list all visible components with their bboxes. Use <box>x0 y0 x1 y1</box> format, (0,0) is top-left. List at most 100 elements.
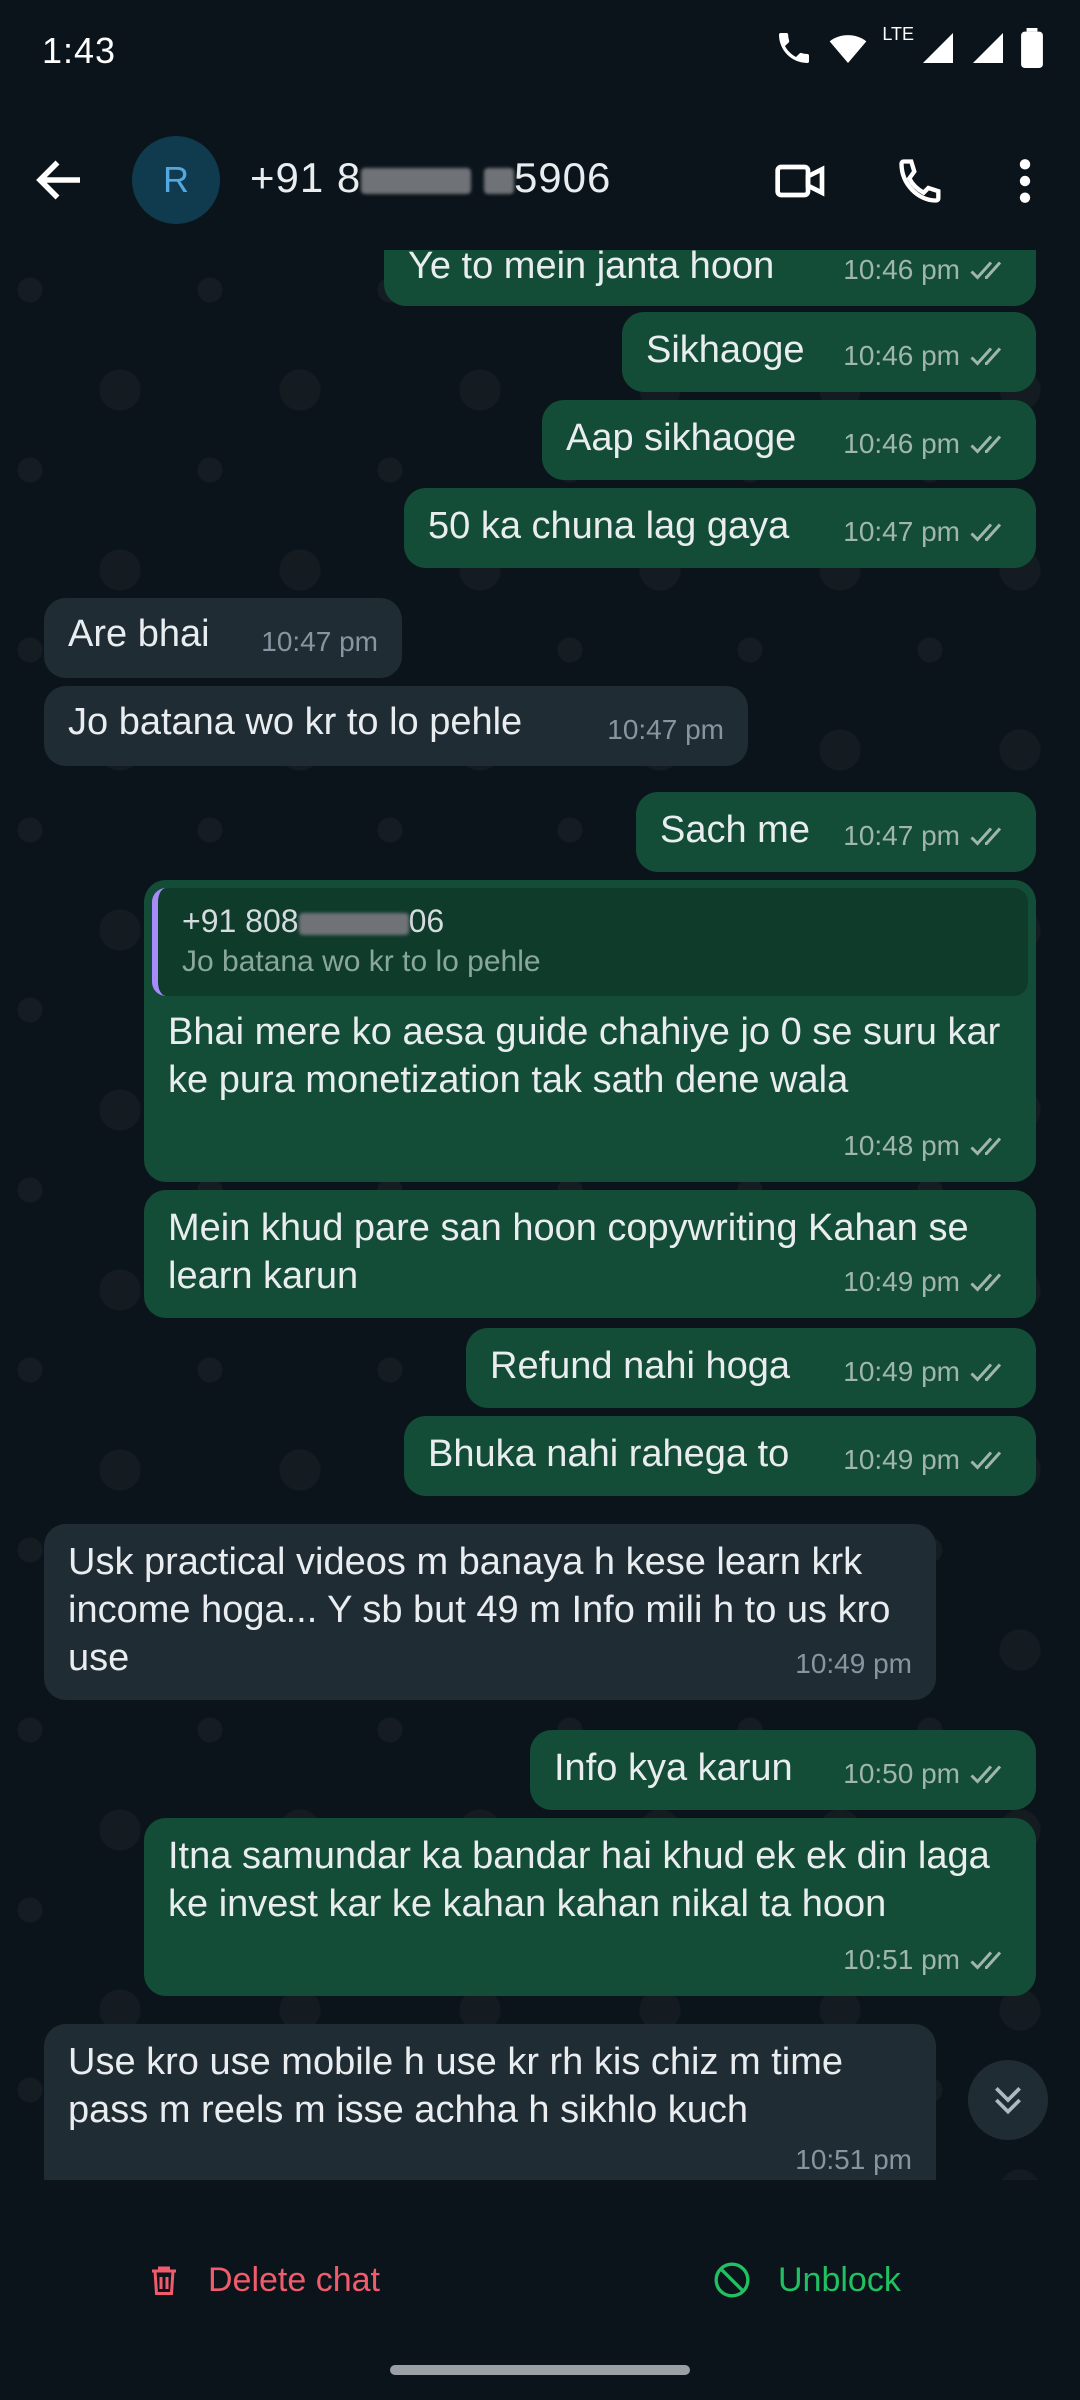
double-tick-icon <box>970 347 1002 366</box>
redacted-block <box>483 167 514 194</box>
battery-icon <box>1021 28 1043 68</box>
message-meta: 10:50 pm <box>843 1750 1012 1798</box>
quoted-text: Jo batana wo kr to lo pehle <box>182 945 541 978</box>
more-vert-icon <box>1019 159 1031 203</box>
double-tick-icon <box>970 1363 1002 1382</box>
redacted-block <box>298 912 409 935</box>
status-time: 1:43 <box>42 30 117 71</box>
message-time: 10:49 pm <box>843 1444 960 1475</box>
message-time: 10:46 pm <box>843 254 960 285</box>
message-meta: 10:46 pm <box>843 250 1012 294</box>
double-tick-icon <box>970 261 1002 280</box>
message-text: Bhai mere ko aesa guide chahiye jo 0 se … <box>168 1011 1001 1101</box>
message-meta: 10:51 pm <box>795 2136 912 2180</box>
message-bubble[interactable]: Jo batana wo kr to lo pehle 10:47 pm <box>44 686 748 766</box>
message-time: 10:47 pm <box>261 626 378 657</box>
message-bubble[interactable]: Usk practical videos m banaya h kese lea… <box>44 1524 936 1700</box>
unblock-label: Unblock <box>778 2260 901 2299</box>
message-bubble-with-reply[interactable]: +91 808 06 Jo batana wo kr to lo pehle Bh… <box>144 880 1036 1182</box>
message-text: Itna samundar ka bandar hai khud ek ek d… <box>168 1835 990 1925</box>
message-meta: 10:49 pm <box>843 1348 1012 1396</box>
message-time: 10:47 pm <box>607 714 724 745</box>
scroll-to-bottom-button[interactable] <box>968 2060 1048 2140</box>
double-tick-icon <box>970 827 1002 846</box>
contact-name-prefix: +91 8 <box>250 154 362 201</box>
message-bubble[interactable]: Are bhai 10:47 pm <box>44 598 402 678</box>
message-time: 10:51 pm <box>795 2144 912 2175</box>
status-icons: LTE <box>774 24 1044 68</box>
avatar[interactable]: R <box>132 136 220 224</box>
double-tick-icon <box>970 1273 1002 1292</box>
message-time: 10:51 pm <box>843 1944 960 1975</box>
back-arrow-icon <box>36 160 80 200</box>
voice-call-button[interactable] <box>886 146 956 216</box>
message-bubble[interactable]: 50 ka chuna lag gaya 10:47 pm <box>404 488 1036 568</box>
chat-area[interactable]: Ye to mein janta hoon 10:46 pm Sikhaoge … <box>0 250 1080 2180</box>
message-time: 10:49 pm <box>843 1266 960 1297</box>
message-meta: 10:46 pm <box>843 332 1012 380</box>
double-chevron-down-icon <box>995 2087 1021 2115</box>
message-meta: 10:49 pm <box>843 1258 1012 1306</box>
message-meta: 10:48 pm <box>843 1122 1012 1170</box>
quoted-sender: +91 808 06 <box>182 900 1010 942</box>
video-call-icon <box>775 164 825 198</box>
lte-label: LTE <box>882 23 914 44</box>
double-tick-icon <box>970 523 1002 542</box>
video-call-button[interactable] <box>766 146 836 216</box>
double-tick-icon <box>970 1137 1002 1156</box>
message-time: 10:48 pm <box>843 1130 960 1161</box>
message-text: Usk practical videos m banaya h kese lea… <box>68 1541 891 1679</box>
delete-chat-button[interactable]: Delete chat <box>146 2260 380 2300</box>
chat-header: R +91 8 5906 <box>0 110 1080 250</box>
message-time: 10:47 pm <box>843 516 960 547</box>
wifi-calling-icon <box>779 33 810 63</box>
message-meta: 10:49 pm <box>843 1436 1012 1484</box>
message-text: Use kro use mobile h use kr rh kis chiz … <box>68 2041 844 2131</box>
message-time: 10:47 pm <box>843 820 960 851</box>
message-meta: 10:51 pm <box>843 1936 1012 1984</box>
message-meta: 10:49 pm <box>795 1640 912 1688</box>
message-bubble[interactable]: Bhuka nahi rahega to 10:49 pm <box>404 1416 1036 1496</box>
message-meta: 10:46 pm <box>843 420 1012 468</box>
message-time: 10:46 pm <box>843 340 960 371</box>
block-icon <box>714 2262 750 2298</box>
message-meta: 10:47 pm <box>843 812 1012 860</box>
more-options-button[interactable] <box>990 146 1060 216</box>
double-tick-icon <box>970 1951 1002 1970</box>
message-bubble[interactable]: Mein khud pare san hoon copywriting Kaha… <box>144 1190 1036 1318</box>
home-indicator[interactable] <box>390 2365 690 2375</box>
quoted-reply[interactable]: +91 808 06 Jo batana wo kr to lo pehle <box>152 888 1028 996</box>
redacted-block <box>361 167 472 194</box>
phone-icon <box>899 159 941 203</box>
message-meta: 10:47 pm <box>843 508 1012 556</box>
unblock-button[interactable]: Unblock <box>712 2260 901 2300</box>
double-tick-icon <box>970 435 1002 454</box>
message-meta: 10:47 pm <box>261 618 378 666</box>
double-tick-icon <box>970 1451 1002 1470</box>
double-tick-icon <box>970 1765 1002 1784</box>
message-bubble[interactable]: Sikhaoge 10:46 pm <box>622 312 1036 392</box>
status-bar: 1:43 LTE <box>0 0 1080 110</box>
message-bubble[interactable]: Info kya karun 10:50 pm <box>530 1730 1036 1810</box>
wifi-icon <box>829 35 867 63</box>
message-time: 10:50 pm <box>843 1758 960 1789</box>
message-time: 10:46 pm <box>843 428 960 459</box>
message-meta: 10:47 pm <box>607 706 724 754</box>
message-bubble[interactable]: Refund nahi hoga 10:49 pm <box>466 1328 1036 1408</box>
back-button[interactable] <box>30 150 90 210</box>
contact-name-suffix: 5906 <box>513 154 612 201</box>
message-bubble[interactable]: Ye to mein janta hoon 10:46 pm <box>384 250 1036 306</box>
quoted-sender-suffix: 06 <box>408 903 445 939</box>
contact-name[interactable]: +91 8 5906 <box>250 154 611 202</box>
message-time: 10:49 pm <box>795 1648 912 1679</box>
message-time: 10:49 pm <box>843 1356 960 1387</box>
message-bubble[interactable]: Use kro use mobile h use kr rh kis chiz … <box>44 2024 936 2180</box>
trash-icon <box>152 2266 176 2295</box>
message-text-wrap: Bhai mere ko aesa guide chahiye jo 0 se … <box>144 1008 1036 1104</box>
signal-icon <box>923 33 953 63</box>
message-bubble[interactable]: Itna samundar ka bandar hai khud ek ek d… <box>144 1818 1036 1996</box>
quoted-sender-prefix: +91 808 <box>182 903 299 939</box>
message-bubble[interactable]: Aap sikhaoge 10:46 pm <box>542 400 1036 480</box>
message-bubble[interactable]: Sach me 10:47 pm <box>636 792 1036 872</box>
signal-icon-2 <box>973 33 1003 63</box>
